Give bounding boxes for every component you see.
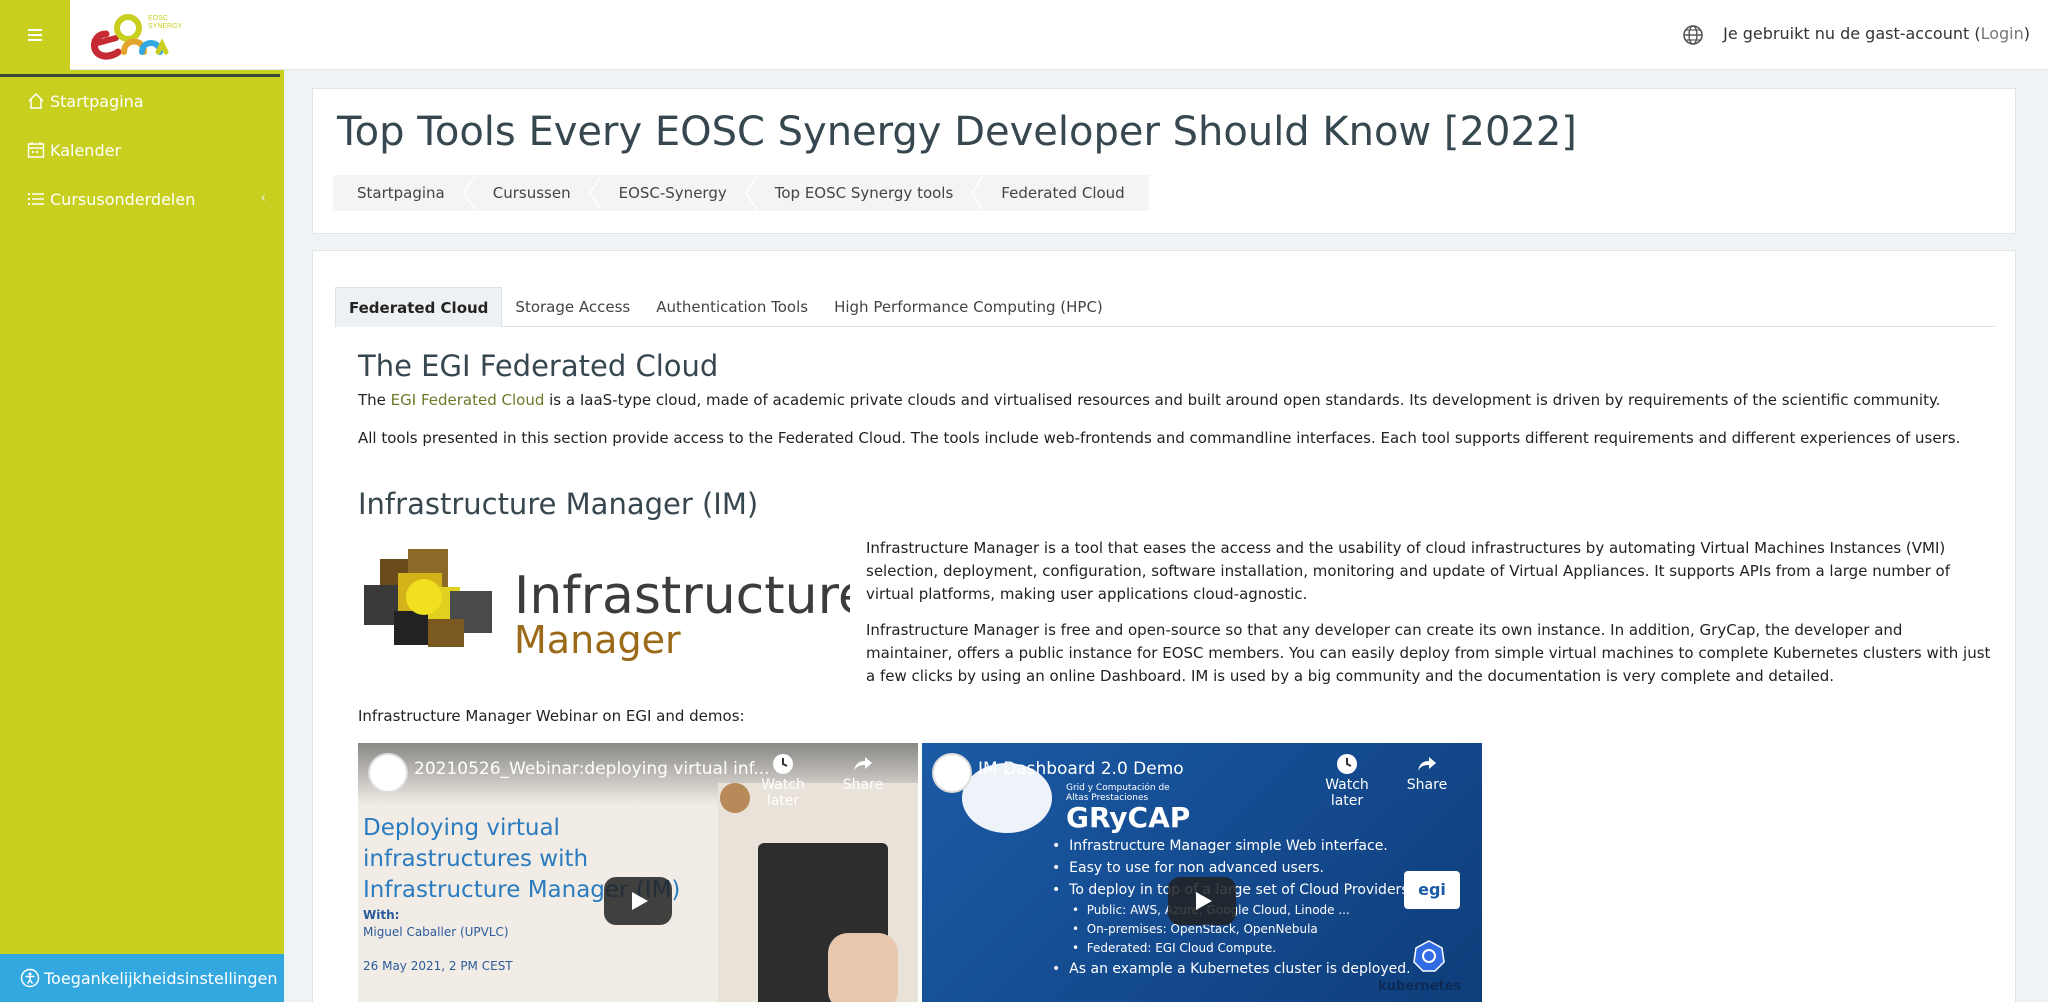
main-content: Federated Cloud Storage Access Authentic… [312, 250, 2016, 1002]
im-description-paragraph: Infrastructure Manager is a tool that ea… [866, 539, 1950, 603]
text: The [358, 391, 391, 409]
grycap-subtitle: Grid y Computación de Altas Prestaciones [1066, 783, 1170, 803]
clock-icon [1337, 754, 1357, 774]
sidebar-item-label: Cursusonderdelen [50, 189, 196, 209]
share-icon [854, 757, 872, 771]
breadcrumb-item-federated-cloud[interactable]: Federated Cloud [977, 175, 1148, 211]
calendar-icon [27, 142, 45, 158]
im-opensource-paragraph: Infrastructure Manager is free and open-… [866, 621, 1991, 685]
login-link[interactable]: Login [1981, 24, 2024, 43]
clock-icon [773, 754, 793, 774]
guest-text-end: ) [2023, 24, 2030, 43]
egi-federated-cloud-link[interactable]: EGI Federated Cloud [391, 391, 545, 409]
infrastructure-manager-logo: Infrastructure Manager [364, 549, 850, 661]
tab-storage-access[interactable]: Storage Access [502, 287, 643, 327]
egi-channel-avatar[interactable] [368, 753, 408, 793]
home-icon [28, 92, 44, 109]
section-tabs: Federated Cloud Storage Access Authentic… [335, 287, 1995, 327]
watch-later-button[interactable]: Watch later [1312, 753, 1382, 809]
guest-account-notice: Je gebruikt nu de gast-account (Login) [1723, 24, 2030, 43]
egi-intro-paragraph: The EGI Federated Cloud is a IaaS-type c… [358, 389, 1998, 412]
sidebar-item-label: Kalender [50, 140, 122, 160]
chevron-left-icon[interactable]: ‹ [260, 190, 266, 206]
logo-text-synergy: SYNERGY [148, 23, 183, 30]
share-label: Share [842, 777, 884, 793]
video-title[interactable]: IM Dashboard 2.0 Demo [978, 759, 1184, 779]
watch-later-label: Watch later [761, 777, 805, 809]
top-navbar: EOSC SYNERGY Je gebruikt nu de gast-acco… [0, 0, 2048, 70]
tab-federated-cloud[interactable]: Federated Cloud [335, 287, 503, 327]
watch-later-label: Watch later [1325, 777, 1369, 809]
logo-word-manager: Manager [514, 618, 681, 661]
grycap-channel-avatar[interactable] [932, 753, 972, 793]
accessibility-label: Toegankelijkheidsinstellingen [44, 968, 278, 988]
play-button[interactable] [1168, 877, 1236, 925]
logo-word-infrastructure: Infrastructure [514, 566, 850, 626]
share-button[interactable]: Share [1392, 753, 1462, 793]
eosc-synergy-logo[interactable]: EOSC SYNERGY [84, 8, 194, 62]
play-button[interactable] [604, 877, 672, 925]
list-icon [28, 193, 44, 205]
bullet-text: Easy to use for non advanced users. [1069, 860, 1324, 876]
sub-bullet: • On-premises: OpenStack, OpenNebula [1072, 922, 1318, 936]
bullet-text: Federated: EGI Cloud Compute. [1086, 941, 1277, 955]
bullet-text: Infrastructure Manager simple Web interf… [1069, 838, 1388, 854]
bullet: • As an example a Kubernetes cluster is … [1052, 961, 1411, 977]
slide-date: 26 May 2021, 2 PM CEST [363, 959, 513, 973]
hamburger-menu-button[interactable] [0, 0, 70, 70]
sidebar-divider [0, 74, 280, 77]
tab-hpc[interactable]: High Performance Computing (HPC) [821, 287, 1116, 327]
sub-bullet: • Federated: EGI Cloud Compute. [1072, 941, 1277, 955]
share-icon [1418, 757, 1436, 771]
section-heading-egi: The EGI Federated Cloud [358, 349, 719, 383]
sidebar-item-kalender[interactable]: Kalender [26, 135, 266, 165]
share-button[interactable]: Share [828, 753, 898, 793]
bullet: • Easy to use for non advanced users. [1052, 860, 1324, 876]
kubernetes-label: kubernetes [1378, 979, 1462, 994]
breadcrumb-item-eosc-synergy[interactable]: EOSC-Synergy [595, 175, 757, 211]
grycap-brand: GRyCAP [1066, 801, 1191, 834]
bullet-text: To deploy in top of a large set of Cloud… [1069, 882, 1414, 898]
tools-paragraph: All tools presented in this section prov… [358, 429, 1961, 447]
sidebar-item-label: Startpagina [50, 91, 144, 111]
language-globe-icon[interactable] [1682, 24, 1704, 46]
sidebar-item-startpagina[interactable]: Startpagina [26, 86, 266, 116]
share-label: Share [1406, 777, 1448, 793]
section-heading-im: Infrastructure Manager (IM) [358, 487, 759, 521]
watch-later-button[interactable]: Watch later [748, 753, 818, 809]
sidebar: Startpagina Kalender Cursusonderdelen ‹ … [0, 70, 284, 1002]
video-embed-webinar[interactable]: 20210526_Webinar:deploying virtual inf..… [358, 743, 918, 1002]
slide-with: With: [363, 908, 400, 922]
egi-badge: egi [1404, 871, 1460, 909]
logo-text-eosc: EOSC [148, 15, 168, 22]
breadcrumb-item-startpagina[interactable]: Startpagina [333, 175, 475, 211]
page-title: Top Tools Every EOSC Synergy Developer S… [337, 109, 1577, 155]
slide-presenter: Miguel Caballer (UPVLC) [363, 925, 509, 939]
text: is a IaaS-type cloud, made of academic p… [544, 391, 1941, 409]
bullet-text: As an example a Kubernetes cluster is de… [1069, 961, 1411, 977]
accessibility-settings-button[interactable]: Toegankelijkheidsinstellingen [0, 954, 284, 1002]
breadcrumb: Startpagina Cursussen EOSC-Synergy Top E… [333, 175, 1149, 211]
menu-icon [28, 34, 42, 36]
tab-authentication-tools[interactable]: Authentication Tools [643, 287, 821, 327]
kubernetes-icon [1413, 940, 1445, 972]
breadcrumb-item-cursussen[interactable]: Cursussen [469, 175, 601, 211]
breadcrumb-item-top-tools[interactable]: Top EOSC Synergy tools [751, 175, 983, 211]
sidebar-item-cursusonderdelen[interactable]: Cursusonderdelen ‹ [26, 184, 266, 214]
page-header: Top Tools Every EOSC Synergy Developer S… [312, 88, 2016, 234]
accessibility-icon [20, 968, 40, 988]
video-embed-im-dashboard[interactable]: IM Dashboard 2.0 Demo Grid y Computación… [922, 743, 1482, 1002]
guest-text: Je gebruikt nu de gast-account ( [1723, 24, 1981, 43]
bullet: • Infrastructure Manager simple Web inte… [1052, 838, 1388, 854]
video-title[interactable]: 20210526_Webinar:deploying virtual inf..… [414, 759, 770, 779]
webinar-intro: Infrastructure Manager Webinar on EGI an… [358, 707, 745, 725]
